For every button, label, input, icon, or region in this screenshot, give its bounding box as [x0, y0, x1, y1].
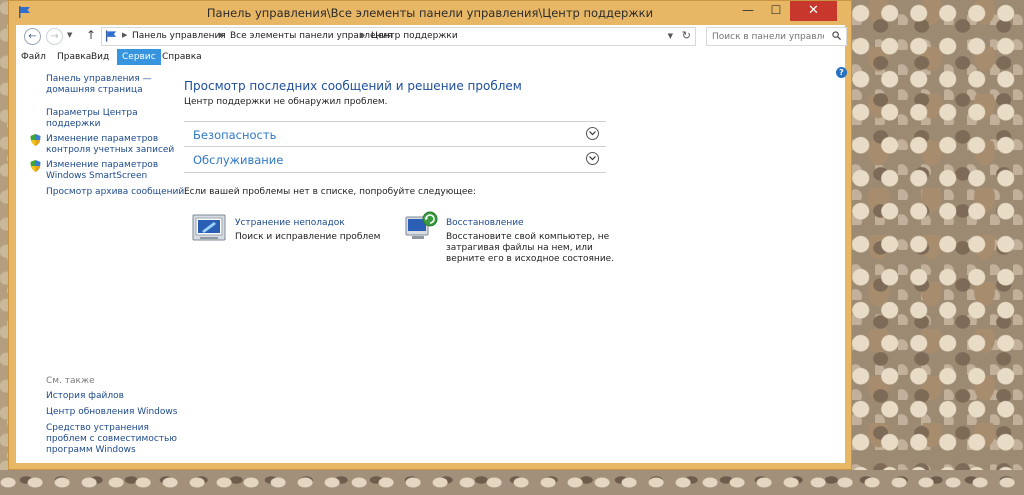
search-input[interactable] [712, 30, 824, 43]
close-button[interactable]: ✕ [790, 1, 837, 21]
sidebar-compat-link-line: программ Windows [46, 445, 136, 455]
control-panel-window: Панель управления\Все элементы панели уп… [8, 0, 852, 470]
search-box[interactable] [706, 27, 847, 46]
sidebar-home-link[interactable]: Панель управления — домашняя страница [46, 74, 152, 96]
sidebar-settings-link-line: поддержки [46, 119, 101, 129]
help-icon[interactable]: ? [836, 67, 847, 78]
sidebar-uac-link[interactable]: Изменение параметров контроля учетных за… [46, 134, 174, 156]
recovery-description-line: верните его в исходное состояние. [446, 254, 615, 264]
breadcrumb-separator[interactable]: ▶ [360, 31, 365, 39]
sidebar-settings-link-line: Параметры Центра [46, 108, 138, 118]
recent-locations-dropdown[interactable]: ▼ [67, 31, 72, 39]
recovery-description-line: затрагивая файлы на нем, или [446, 243, 593, 253]
sidebar-file-history-link[interactable]: История файлов [46, 391, 124, 402]
section-maintenance[interactable]: Обслуживание [184, 146, 606, 173]
chevron-down-icon[interactable] [586, 152, 599, 165]
section-divider [184, 172, 606, 173]
menu-view[interactable]: Вид [86, 49, 114, 65]
sidebar-settings-link[interactable]: Параметры Центра поддержки [46, 108, 138, 130]
section-security-label: Безопасность [193, 128, 277, 142]
maximize-button[interactable]: ☐ [762, 1, 790, 21]
shield-icon [30, 134, 41, 146]
breadcrumb-control-panel[interactable]: Панель управления [132, 31, 226, 41]
sidebar-compat-link-line: Средство устранения [46, 423, 149, 433]
recovery-description-line: Восстановите свой компьютер, не [446, 232, 610, 242]
menu-file[interactable]: Файл [16, 49, 51, 65]
status-text: Центр поддержки не обнаружил проблем. [184, 97, 388, 107]
sidebar-home-link-line: домашняя страница [46, 85, 143, 95]
search-icon[interactable] [832, 31, 841, 40]
sidebar-archive-link[interactable]: Просмотр архива сообщений [46, 187, 184, 198]
address-bar[interactable]: ▶ Панель управления ▶ Все элементы панел… [101, 27, 696, 46]
sidebar-smartscreen-link-line: Изменение параметров [46, 160, 159, 170]
shield-icon [30, 160, 41, 172]
chevron-down-icon[interactable] [586, 127, 599, 140]
title-bar[interactable]: Панель управления\Все элементы панели уп… [9, 1, 851, 25]
content-area: ? Панель управления — домашняя страница … [16, 65, 847, 463]
desktop-background [852, 0, 1024, 495]
navigation-bar: ← → ▼ ↑ ▶ Панель управления ▶ Все элемен… [16, 25, 847, 49]
recovery-description: Восстановите свой компьютер, не затрагив… [446, 232, 614, 265]
forward-button[interactable]: → [46, 28, 63, 45]
sidebar-windows-update-link[interactable]: Центр обновления Windows [46, 407, 177, 418]
menu-bar: Файл Правка Вид Сервис Справка [16, 49, 845, 65]
desktop-background-bottom [0, 470, 1024, 495]
try-following-text: Если вашей проблемы нет в списке, попроб… [184, 187, 476, 197]
refresh-icon[interactable]: ↻ [682, 29, 691, 42]
breadcrumb-separator[interactable]: ▶ [122, 31, 127, 39]
breadcrumb-action-center[interactable]: Центр поддержки [371, 31, 458, 41]
up-button[interactable]: ↑ [86, 28, 96, 42]
see-also-heading: См. также [46, 376, 95, 386]
page-title: Просмотр последних сообщений и решение п… [184, 79, 522, 93]
sidebar-compat-link[interactable]: Средство устранения проблем с совместимо… [46, 423, 177, 456]
sidebar-smartscreen-link-line: Windows SmartScreen [46, 171, 148, 181]
breadcrumb-separator[interactable]: ▶ [219, 31, 224, 39]
minimize-button[interactable]: — [734, 1, 762, 21]
address-dropdown-icon[interactable]: ▼ [668, 32, 673, 40]
sidebar-smartscreen-link[interactable]: Изменение параметров Windows SmartScreen [46, 160, 158, 182]
recovery-icon[interactable] [404, 211, 438, 241]
sidebar-compat-link-line: проблем с совместимостью [46, 434, 177, 444]
sidebar-home-link-line: Панель управления — [46, 74, 152, 84]
window-title: Панель управления\Все элементы панели уп… [206, 6, 654, 20]
recovery-link[interactable]: Восстановление [446, 218, 524, 228]
flag-icon [105, 30, 117, 42]
troubleshoot-description: Поиск и исправление проблем [235, 232, 381, 242]
sidebar-uac-link-line: контроля учетных записей [46, 145, 175, 155]
menu-help[interactable]: Справка [157, 49, 207, 65]
breadcrumb-all-items[interactable]: Все элементы панели управления [230, 31, 393, 41]
troubleshoot-link[interactable]: Устранение неполадок [235, 218, 345, 228]
sidebar-uac-link-line: Изменение параметров [46, 134, 159, 144]
back-button[interactable]: ← [24, 28, 41, 45]
troubleshoot-icon[interactable] [192, 213, 226, 243]
menu-tools[interactable]: Сервис [117, 49, 161, 65]
section-maintenance-label: Обслуживание [193, 153, 284, 167]
section-security[interactable]: Безопасность [184, 121, 606, 148]
